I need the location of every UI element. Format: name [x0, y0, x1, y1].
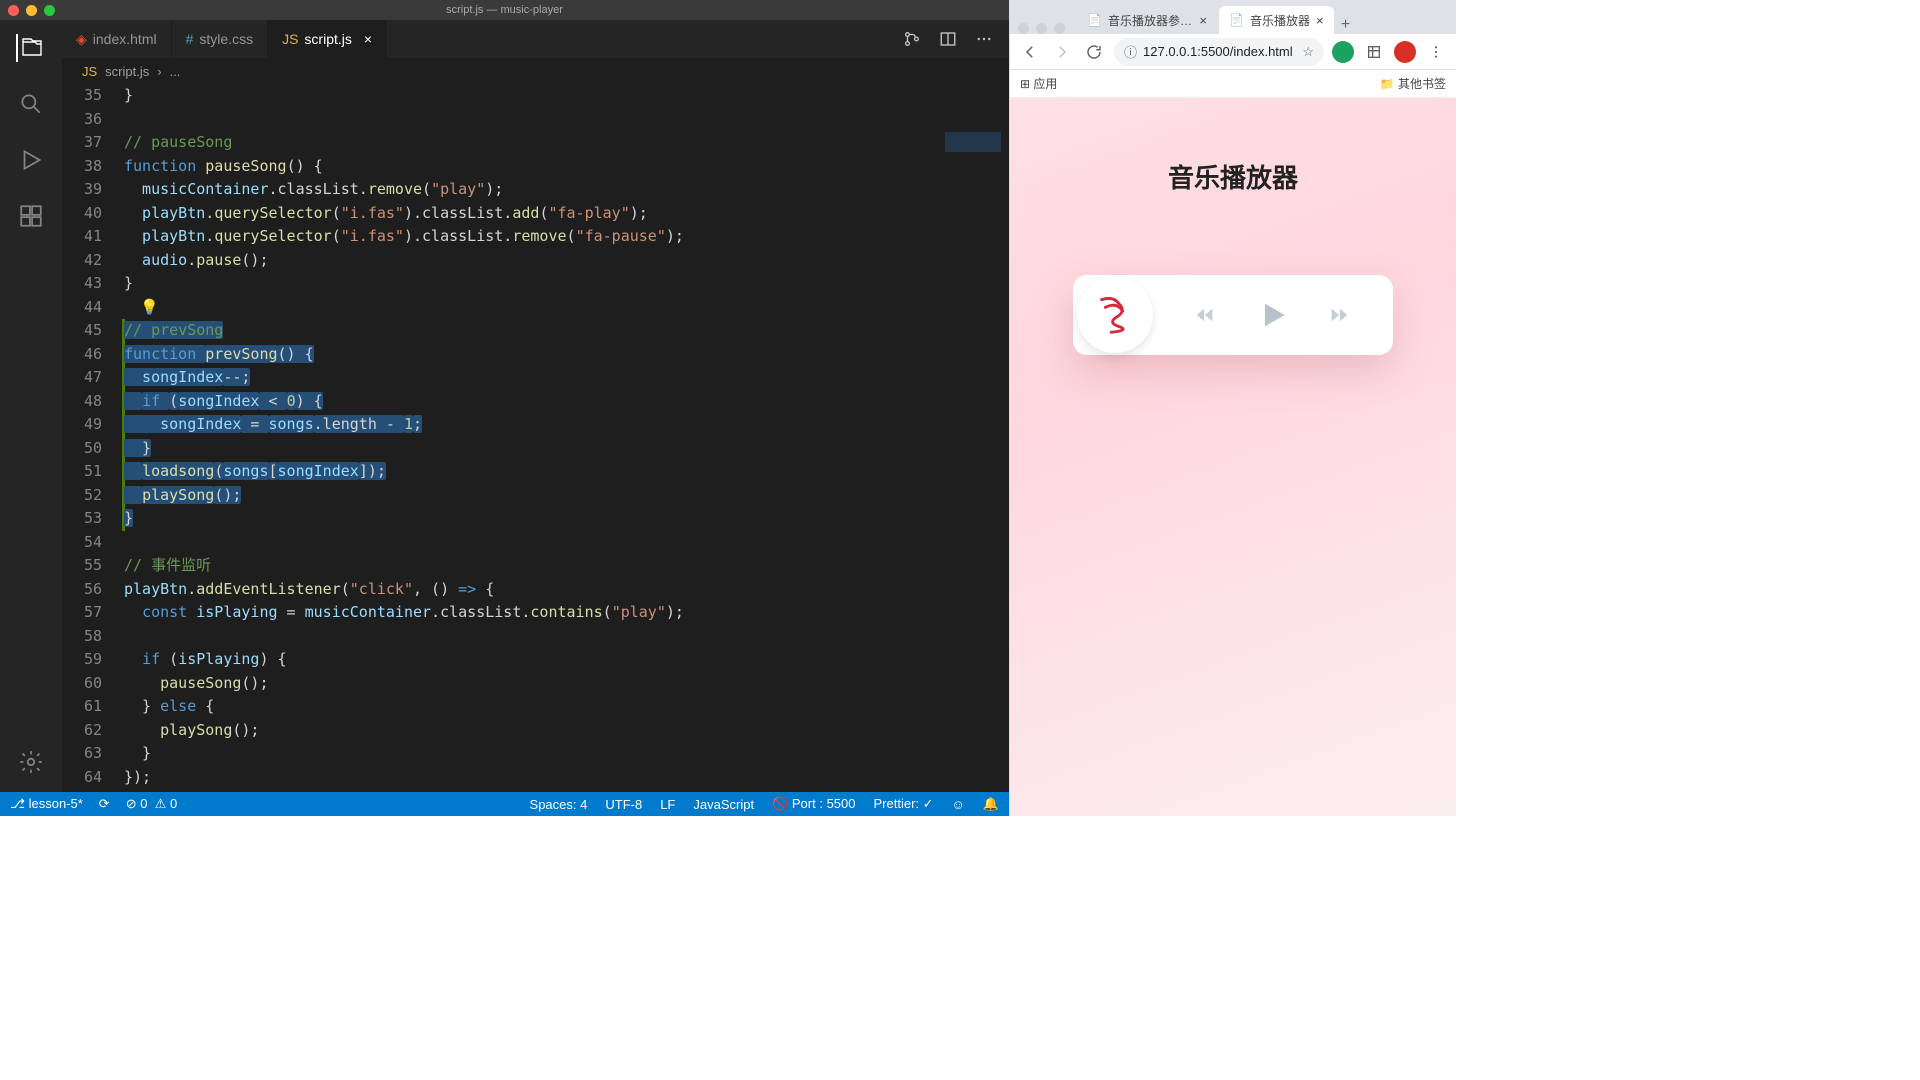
profile-avatar[interactable]: [1332, 41, 1354, 63]
browser-tab[interactable]: 📄 音乐播放器参照页 ×: [1077, 6, 1217, 34]
prev-button[interactable]: [1194, 304, 1216, 326]
chrome-menu-icon[interactable]: [1424, 40, 1448, 64]
editor-area: ◈index.html#style.cssJSscript.js× JS scr…: [62, 20, 1009, 792]
search-icon[interactable]: [17, 90, 45, 118]
tab-label: script.js: [304, 31, 351, 47]
breadcrumb-file: script.js: [105, 64, 149, 79]
close-avatar[interactable]: [1394, 41, 1416, 63]
favicon-icon: 📄: [1229, 13, 1244, 27]
music-player-card: [1073, 275, 1393, 355]
explorer-icon[interactable]: [16, 34, 44, 62]
sync-icon[interactable]: ⟳: [99, 796, 110, 812]
back-button[interactable]: [1018, 40, 1042, 64]
album-art: [1077, 277, 1153, 353]
forward-button[interactable]: [1050, 40, 1074, 64]
new-tab-button[interactable]: +: [1336, 16, 1356, 34]
browser-tab[interactable]: 📄 音乐播放器 ×: [1219, 6, 1334, 34]
traffic-lights: [8, 5, 55, 16]
apps-shortcut[interactable]: ⊞ 应用: [1020, 75, 1057, 92]
source-control-icon[interactable]: [903, 30, 921, 48]
port-indicator[interactable]: 🚫 Port : 5500: [772, 796, 855, 812]
window-title: script.js — music-player: [446, 4, 563, 16]
tab-label: style.css: [199, 31, 253, 47]
maximize-icon[interactable]: [1054, 23, 1065, 34]
close-icon[interactable]: [8, 5, 19, 16]
feedback-icon[interactable]: ☺: [952, 797, 965, 812]
tab-label: 音乐播放器参照页: [1108, 12, 1193, 29]
address-bar[interactable]: ⓘ 127.0.0.1:5500/index.html ☆: [1114, 38, 1324, 66]
code-content[interactable]: } // pauseSongfunction pauseSong() { mus…: [124, 84, 939, 789]
minimap[interactable]: [939, 84, 1009, 792]
extensions-icon[interactable]: [17, 202, 45, 230]
play-button[interactable]: [1255, 298, 1289, 332]
tab-label: index.html: [93, 31, 157, 47]
more-actions-icon[interactable]: [975, 30, 993, 48]
status-bar: ⎇ lesson-5* ⟳ ⊘ 0 ⚠ 0 Spaces: 4 UTF-8 LF…: [0, 792, 1009, 816]
url-text: 127.0.0.1:5500/index.html: [1143, 44, 1296, 59]
prettier-indicator[interactable]: Prettier: ✓: [874, 796, 934, 812]
next-button[interactable]: [1328, 304, 1350, 326]
traffic-lights: [1018, 23, 1065, 34]
minimize-icon[interactable]: [1036, 23, 1047, 34]
settings-gear-icon[interactable]: [17, 748, 45, 776]
close-tab-icon[interactable]: ×: [1199, 13, 1207, 28]
other-bookmarks[interactable]: 📁 其他书签: [1380, 75, 1446, 92]
language-indicator[interactable]: JavaScript: [693, 797, 754, 812]
vscode-window: script.js — music-player ◈index.html#sty…: [0, 0, 1009, 816]
chrome-toolbar: ⓘ 127.0.0.1:5500/index.html ☆: [1010, 34, 1456, 70]
line-numbers: 3536373839404142434445464748495051525354…: [62, 84, 124, 789]
encoding-indicator[interactable]: UTF-8: [605, 797, 642, 812]
extensions-icon[interactable]: [1362, 40, 1386, 64]
editor-tab[interactable]: #style.css: [172, 20, 268, 58]
branch-indicator[interactable]: ⎇ lesson-5*: [10, 796, 83, 812]
split-editor-icon[interactable]: [939, 30, 957, 48]
close-tab-icon[interactable]: ×: [364, 31, 372, 47]
favicon-icon: 📄: [1087, 13, 1102, 27]
run-icon[interactable]: [17, 146, 45, 174]
page-content: 音乐播放器: [1010, 98, 1456, 816]
chrome-tabstrip: 📄 音乐播放器参照页 × 📄 音乐播放器 × +: [1010, 0, 1456, 34]
editor-tabs: ◈index.html#style.cssJSscript.js×: [62, 20, 1009, 58]
maximize-icon[interactable]: [44, 5, 55, 16]
chrome-window: 📄 音乐播放器参照页 × 📄 音乐播放器 × + ⓘ 127.0.0.1:5500/ind…: [1009, 0, 1456, 816]
titlebar: script.js — music-player: [0, 0, 1009, 20]
problems-indicator[interactable]: ⊘ 0 ⚠ 0: [126, 796, 177, 812]
editor-tab[interactable]: JSscript.js×: [268, 20, 387, 58]
breadcrumb[interactable]: JS script.js › ...: [62, 58, 1009, 84]
activity-bar: [0, 20, 62, 792]
close-icon[interactable]: [1018, 23, 1029, 34]
info-icon[interactable]: ⓘ: [1124, 42, 1137, 61]
tab-label: 音乐播放器: [1250, 12, 1310, 29]
eol-indicator[interactable]: LF: [660, 797, 675, 812]
bookmarks-bar: ⊞ 应用 📁 其他书签: [1010, 70, 1456, 98]
reload-button[interactable]: [1082, 40, 1106, 64]
editor-tab[interactable]: ◈index.html: [62, 20, 172, 58]
minimize-icon[interactable]: [26, 5, 37, 16]
indentation-indicator[interactable]: Spaces: 4: [530, 797, 588, 812]
code-editor[interactable]: 3536373839404142434445464748495051525354…: [62, 84, 1009, 792]
bell-icon[interactable]: 🔔: [983, 796, 999, 812]
close-tab-icon[interactable]: ×: [1316, 13, 1324, 28]
page-title: 音乐播放器: [1168, 158, 1298, 195]
lightbulb-icon[interactable]: 💡: [140, 298, 159, 316]
bookmark-star-icon[interactable]: ☆: [1302, 44, 1314, 60]
